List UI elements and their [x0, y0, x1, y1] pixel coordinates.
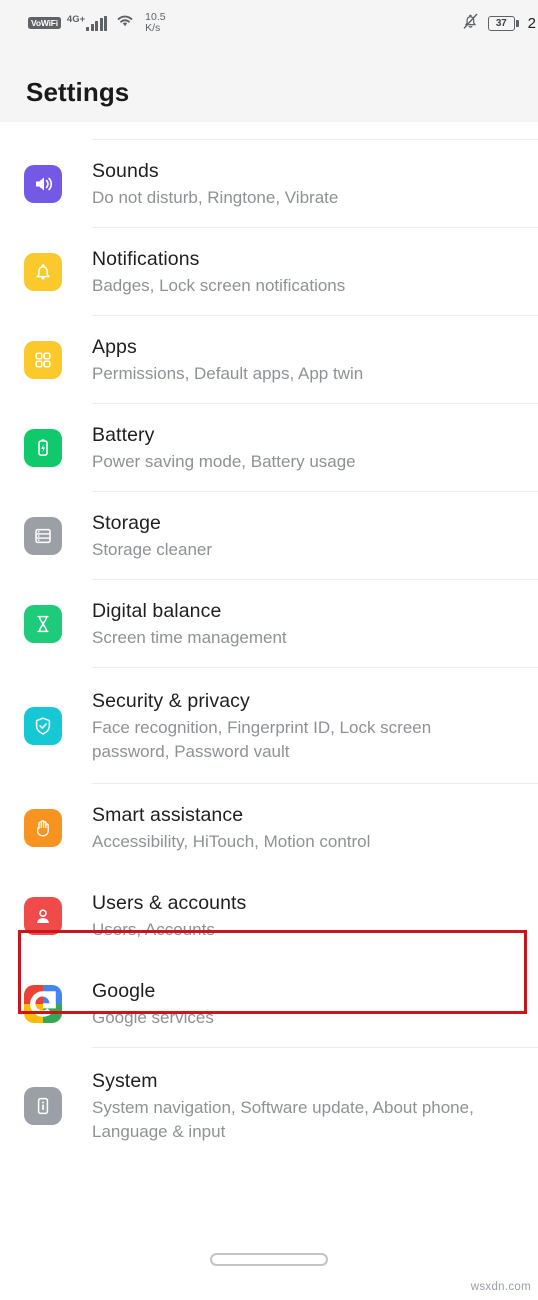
settings-row-smart-assistance[interactable]: Smart assistance Accessibility, HiTouch,… — [0, 784, 538, 872]
watermark: wsxdn.com — [470, 1281, 531, 1293]
row-texts: Sounds Do not disturb, Ringtone, Vibrate — [92, 159, 356, 210]
bell-icon — [24, 253, 62, 291]
signal-bars-glyph — [86, 15, 108, 31]
row-title: Storage — [92, 511, 161, 534]
row-subtitle: Accessibility, HiTouch, Motion control — [92, 831, 371, 851]
hourglass-icon — [24, 605, 62, 643]
row-texts: Notifications Badges, Lock screen notifi… — [92, 247, 363, 298]
shield-check-icon — [24, 707, 62, 745]
status-bar-left: VoWiFi 4G+ 10.5 K/s — [28, 12, 166, 34]
battery-icon: 37 — [487, 15, 519, 31]
settings-row-apps[interactable]: Apps Permissions, Default apps, App twin — [0, 316, 538, 404]
status-bar-right: 37 2 — [462, 0, 538, 46]
row-subtitle: Screen time management — [92, 627, 287, 647]
settings-row-storage[interactable]: Storage Storage cleaner — [0, 492, 538, 580]
speaker-icon — [24, 165, 62, 203]
phone-info-icon — [24, 1087, 62, 1125]
row-title: Apps — [92, 335, 137, 358]
page-header: Settings — [0, 46, 538, 122]
row-texts: Google Google services — [92, 979, 232, 1030]
google-logo-icon — [24, 985, 62, 1023]
row-title: Smart assistance — [92, 803, 244, 826]
row-subtitle: Storage cleaner — [92, 539, 213, 559]
signal-bars-icon: 4G+ — [66, 14, 108, 31]
row-title: Users & accounts — [92, 891, 247, 914]
hand-icon — [24, 809, 62, 847]
network-speed-unit: K/s — [145, 22, 161, 34]
row-title: System — [92, 1069, 158, 1092]
row-title: Notifications — [92, 247, 200, 270]
row-title: Digital balance — [92, 599, 222, 622]
row-texts: Apps Permissions, Default apps, App twin — [92, 335, 381, 386]
settings-row-google[interactable]: Google Google services — [0, 960, 538, 1048]
row-title: Sounds — [92, 159, 159, 182]
bell-muted-icon — [462, 12, 479, 35]
partially-scrolled-row[interactable] — [0, 122, 538, 140]
vowifi-badge-icon: VoWiFi — [28, 17, 61, 29]
clock-partial: 2 — [527, 14, 536, 32]
battery-level: 37 — [487, 15, 515, 31]
row-texts: Battery Power saving mode, Battery usage — [92, 423, 374, 474]
row-texts: System System navigation, Software updat… — [92, 1069, 510, 1144]
row-title: Battery — [92, 423, 155, 446]
row-subtitle: System navigation, Software update, Abou… — [92, 1097, 474, 1141]
status-bar: VoWiFi 4G+ 10.5 K/s 37 2 — [0, 0, 538, 46]
settings-row-digital-balance[interactable]: Digital balance Screen time management — [0, 580, 538, 668]
row-texts: Digital balance Screen time management — [92, 599, 305, 650]
settings-row-system[interactable]: System System navigation, Software updat… — [0, 1048, 538, 1164]
row-subtitle: Power saving mode, Battery usage — [92, 451, 356, 471]
row-subtitle: Users, Accounts — [92, 919, 215, 939]
home-indicator[interactable] — [210, 1253, 328, 1266]
row-texts: Security & privacy Face recognition, Fin… — [92, 689, 510, 764]
battery-cap — [516, 19, 519, 27]
row-texts: Smart assistance Accessibility, HiTouch,… — [92, 803, 388, 854]
row-subtitle: Google services — [92, 1007, 214, 1027]
user-account-icon — [24, 897, 62, 935]
settings-row-battery[interactable]: Battery Power saving mode, Battery usage — [0, 404, 538, 492]
battery-bolt-icon — [24, 429, 62, 467]
row-subtitle: Face recognition, Fingerprint ID, Lock s… — [92, 717, 432, 761]
row-subtitle: Permissions, Default apps, App twin — [92, 363, 364, 383]
app-grid-icon — [24, 341, 62, 379]
settings-row-security-privacy[interactable]: Security & privacy Face recognition, Fin… — [0, 668, 538, 784]
row-title: Google — [92, 979, 156, 1002]
network-type-label: 4G+ — [66, 14, 86, 26]
settings-row-sounds[interactable]: Sounds Do not disturb, Ringtone, Vibrate — [0, 140, 538, 228]
row-subtitle: Badges, Lock screen notifications — [92, 275, 346, 295]
page-title: Settings — [26, 77, 130, 107]
wifi-icon — [115, 13, 135, 33]
phone-screen: VoWiFi 4G+ 10.5 K/s 37 2 Settings Sounds… — [0, 0, 538, 1300]
row-texts: Users & accounts Users, Accounts — [92, 891, 264, 942]
storage-icon — [24, 517, 62, 555]
settings-row-notifications[interactable]: Notifications Badges, Lock screen notifi… — [0, 228, 538, 316]
row-subtitle: Do not disturb, Ringtone, Vibrate — [92, 187, 339, 207]
row-title: Security & privacy — [92, 689, 250, 712]
row-texts: Storage Storage cleaner — [92, 511, 230, 562]
settings-row-users-accounts[interactable]: Users & accounts Users, Accounts — [0, 872, 538, 960]
settings-list[interactable]: Sounds Do not disturb, Ringtone, Vibrate… — [0, 122, 538, 1235]
network-speed: 10.5 K/s — [145, 12, 165, 34]
